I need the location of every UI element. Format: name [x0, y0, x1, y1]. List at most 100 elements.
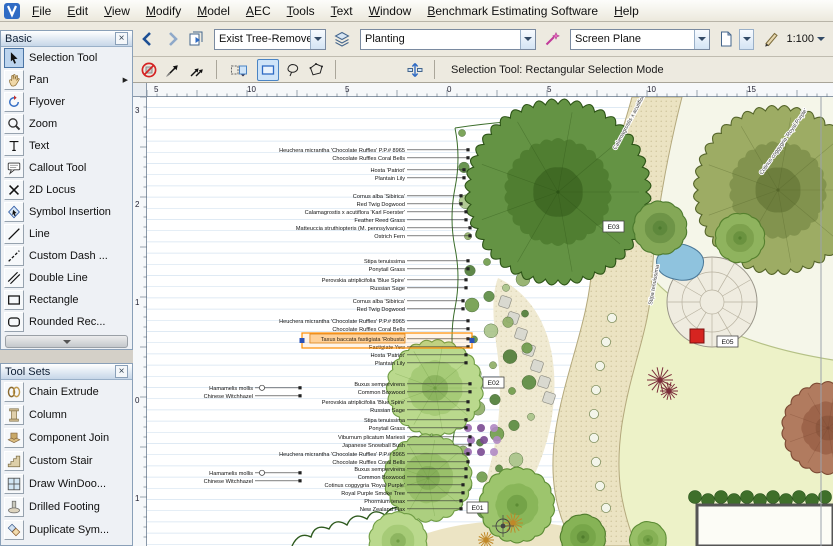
class-dropdown[interactable]: Planting — [360, 29, 536, 50]
svg-text:Chinese Witchhazel: Chinese Witchhazel — [204, 479, 253, 485]
menu-aec[interactable]: AEC — [238, 2, 279, 20]
svg-text:Chocolate Ruffles Coral Bells: Chocolate Ruffles Coral Bells — [332, 460, 405, 466]
menu-benchmark-estimating-software[interactable]: Benchmark Estimating Software — [419, 2, 606, 20]
scale-chevron-icon[interactable] — [817, 37, 825, 45]
svg-text:Royal Purple Smoke Tree: Royal Purple Smoke Tree — [341, 491, 405, 497]
menu-modify[interactable]: Modify — [138, 2, 189, 20]
svg-text:Hamamelis mollis: Hamamelis mollis — [209, 386, 253, 392]
menu-file[interactable]: File — [24, 2, 59, 20]
tool-label: Rectangle — [29, 294, 79, 306]
tool-label: Custom Dash ... — [29, 250, 108, 262]
flyout-arrow-icon: ▶ — [123, 76, 128, 84]
svg-text:Chinese Witchhazel: Chinese Witchhazel — [204, 394, 253, 400]
svg-text:Ostrich Fern: Ostrich Fern — [374, 234, 405, 240]
svg-text:E01: E01 — [471, 505, 483, 512]
drawing-area[interactable]: 5105051015 32101 — [133, 83, 833, 546]
tool-label: 2D Locus — [29, 184, 75, 196]
selection-box[interactable] — [302, 333, 472, 348]
tool-selection-tool[interactable]: Selection Tool — [1, 47, 132, 69]
ref-marker[interactable]: E01 — [467, 502, 488, 513]
red-marker[interactable] — [690, 329, 704, 343]
plane-value: Screen Plane — [571, 33, 694, 45]
menu-edit[interactable]: Edit — [59, 2, 96, 20]
rectangular-marquee-button[interactable] — [257, 59, 279, 81]
saved-views-button[interactable] — [185, 28, 207, 50]
selection-handle[interactable] — [470, 338, 475, 343]
move-by-points-button[interactable] — [162, 59, 184, 81]
menu-view[interactable]: View — [96, 2, 138, 20]
tool-label: Selection Tool — [29, 52, 97, 64]
chevron-down-icon[interactable] — [520, 30, 535, 49]
layer-options-button[interactable] — [331, 28, 353, 50]
plane-dropd0wn[interactable]: Screen Plane — [570, 29, 710, 50]
tool-rounded-rec[interactable]: Rounded Rec... — [1, 311, 132, 333]
tool-custom-stair[interactable]: Custom Stair — [1, 449, 132, 472]
svg-text:Heuchera micrantha 'Chocolate: Heuchera micrantha 'Chocolate Ruffles' P… — [279, 319, 405, 325]
ref-marker[interactable]: E05 — [717, 336, 738, 347]
palette-expander[interactable] — [5, 335, 128, 348]
tool-zoom[interactable]: Zoom — [1, 113, 132, 135]
pen-style-button[interactable] — [760, 28, 782, 50]
layer-dropdown[interactable]: Exist Tree-Remove — [214, 29, 326, 50]
menu-tools[interactable]: Tools — [279, 2, 323, 20]
chevron-down-icon[interactable] — [310, 30, 325, 49]
tool-chain-extrude[interactable]: Chain Extrude — [1, 380, 132, 403]
tool-line[interactable]: Line — [1, 223, 132, 245]
ref-marker[interactable]: E02 — [483, 377, 504, 388]
menu-model[interactable]: Model — [189, 2, 238, 20]
selection-handle[interactable] — [300, 338, 305, 343]
vertical-ruler: 32101 — [133, 97, 147, 546]
basic-palette-titlebar[interactable]: Basic × — [1, 31, 132, 47]
svg-text:10: 10 — [247, 85, 256, 94]
lasso-marquee-button[interactable] — [281, 59, 303, 81]
snap-disable-button[interactable] — [138, 59, 160, 81]
tool-duplicate-sym[interactable]: Duplicate Sym... — [1, 518, 132, 541]
tool-double-line[interactable]: Double Line — [1, 267, 132, 289]
tool-label: Rounded Rec... — [29, 316, 105, 328]
symbol-icon — [4, 202, 24, 222]
marquee-options-button[interactable] — [223, 59, 255, 81]
tool-label: Column — [29, 409, 67, 421]
tool-text[interactable]: Text — [1, 135, 132, 157]
svg-text:Russian Sage: Russian Sage — [370, 408, 405, 414]
menu-window[interactable]: Window — [361, 2, 420, 20]
round-rect-icon — [4, 312, 24, 332]
scale-value[interactable]: 1:100 — [786, 33, 814, 45]
close-icon[interactable]: × — [115, 32, 128, 45]
tool-rectangle[interactable]: Rectangle — [1, 289, 132, 311]
polygon-marquee-button[interactable] — [305, 59, 327, 81]
page-chevron-icon[interactable] — [739, 29, 754, 50]
tool-label: Callout Tool — [29, 162, 86, 174]
tool-2d-locus[interactable]: 2D Locus — [1, 179, 132, 201]
tool-sets-palette-titlebar[interactable]: Tool Sets × — [1, 364, 132, 380]
menu-bar: FileEditViewModifyModelAECToolsTextWindo… — [0, 0, 833, 22]
tool-symbol-insertion[interactable]: Symbol Insertion — [1, 201, 132, 223]
svg-text:Phormium tenax: Phormium tenax — [364, 499, 405, 505]
plan-drawing[interactable]: Calamagrostis x acutiflora 'Karl Foerste… — [147, 97, 833, 546]
duplicate-move-button[interactable] — [186, 59, 208, 81]
back-view-button[interactable] — [137, 28, 159, 50]
tool-flyover[interactable]: Flyover — [1, 91, 132, 113]
tree-symbol[interactable] — [715, 213, 764, 262]
menu-text[interactable]: Text — [323, 2, 361, 20]
menu-help[interactable]: Help — [606, 2, 647, 20]
close-icon[interactable]: × — [115, 365, 128, 378]
tool-label: Custom Stair — [29, 455, 93, 467]
chevron-down-icon[interactable] — [694, 30, 709, 49]
interactive-scaling-button[interactable] — [404, 59, 426, 81]
tool-callout-tool[interactable]: Callout Tool — [1, 157, 132, 179]
page-setup-button[interactable] — [715, 28, 737, 50]
tool-drilled-footing[interactable]: Drilled Footing — [1, 495, 132, 518]
tree-symbol[interactable] — [480, 467, 555, 543]
column-icon — [4, 405, 24, 425]
magic-wand-button[interactable] — [541, 28, 563, 50]
building[interactable] — [697, 505, 833, 546]
tool-draw-windoo[interactable]: Draw WinDoo... — [1, 472, 132, 495]
tool-component-join[interactable]: Component Join — [1, 426, 132, 449]
tool-column[interactable]: Column — [1, 403, 132, 426]
tree-symbol[interactable] — [633, 201, 687, 255]
tool-pan[interactable]: Pan▶ — [1, 69, 132, 91]
tool-custom-dash[interactable]: Custom Dash ... — [1, 245, 132, 267]
ref-marker[interactable]: E03 — [603, 221, 624, 232]
forward-view-button[interactable] — [161, 28, 183, 50]
